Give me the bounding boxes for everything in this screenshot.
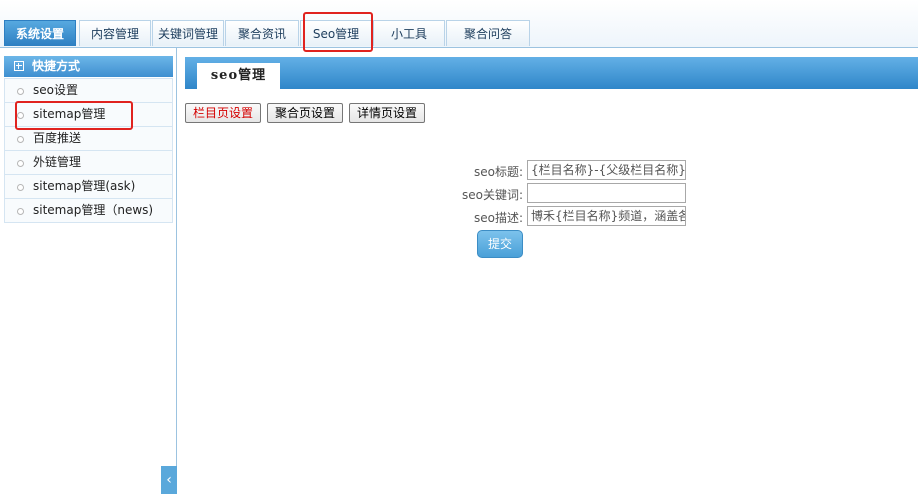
tab-content-management[interactable]: 内容管理: [79, 20, 151, 46]
main-header-bar: [185, 57, 918, 89]
top-nav-bar: 系统设置 内容管理 关键词管理 聚合资讯 Seo管理 小工具 聚合问答: [0, 0, 918, 48]
sidebar-item-sitemap-news[interactable]: sitemap管理（news): [4, 199, 173, 223]
sidebar-item-label: 百度推送: [33, 131, 82, 145]
submit-button[interactable]: 提交: [477, 230, 523, 258]
bullet-icon: [17, 88, 24, 95]
sidebar-header: 快捷方式: [4, 56, 173, 77]
bullet-icon: [17, 112, 24, 119]
sidebar-item-seo-settings[interactable]: seo设置: [4, 78, 173, 103]
sidebar-item-label: sitemap管理: [33, 107, 106, 121]
bullet-icon: [17, 160, 24, 167]
seo-description-input[interactable]: 博禾{栏目名称}频道，涵盖各: [527, 206, 686, 226]
sidebar-item-label: sitemap管理（news): [33, 203, 154, 217]
sidebar-item-label: seo设置: [33, 83, 78, 97]
sidebar-item-external-links[interactable]: 外链管理: [4, 151, 173, 175]
expand-plus-icon[interactable]: [14, 60, 24, 71]
column-page-settings-button[interactable]: 栏目页设置: [185, 103, 261, 123]
sidebar-item-label: sitemap管理(ask): [33, 179, 136, 193]
tab-aggregated-qa[interactable]: 聚合问答: [446, 20, 530, 46]
sidebar: 快捷方式 seo设置 sitemap管理 百度推送 外链管理 sitemap管理…: [0, 48, 177, 494]
sidebar-list: seo设置 sitemap管理 百度推送 外链管理 sitemap管理(ask)…: [4, 78, 173, 223]
sidebar-item-sitemap[interactable]: sitemap管理: [4, 103, 173, 127]
tab-system-settings[interactable]: 系统设置: [4, 20, 76, 46]
seo-title-label: seo标题:: [473, 165, 523, 179]
bullet-icon: [17, 208, 24, 215]
sidebar-title: 快捷方式: [32, 59, 81, 73]
sidebar-item-baidu-push[interactable]: 百度推送: [4, 127, 173, 151]
tab-tools[interactable]: 小工具: [373, 20, 445, 46]
bullet-icon: [17, 136, 24, 143]
seo-keywords-label: seo关键词:: [461, 188, 523, 202]
main-tab-seo-management[interactable]: seo管理: [197, 63, 280, 89]
bullet-icon: [17, 184, 24, 191]
aggregate-page-settings-button[interactable]: 聚合页设置: [267, 103, 343, 123]
detail-page-settings-button[interactable]: 详情页设置: [349, 103, 425, 123]
seo-title-input[interactable]: {栏目名称}-{父级栏目名称}: [527, 160, 686, 180]
tab-aggregated-news[interactable]: 聚合资讯: [225, 20, 299, 46]
collapse-sidebar-icon[interactable]: ‹: [161, 466, 177, 494]
sidebar-item-label: 外链管理: [33, 155, 82, 169]
seo-keywords-input[interactable]: [527, 183, 686, 203]
seo-description-label: seo描述:: [473, 211, 523, 225]
tab-seo-management[interactable]: Seo管理: [300, 20, 372, 46]
tab-keyword-management[interactable]: 关键词管理: [152, 20, 224, 46]
sidebar-item-sitemap-ask[interactable]: sitemap管理(ask): [4, 175, 173, 199]
